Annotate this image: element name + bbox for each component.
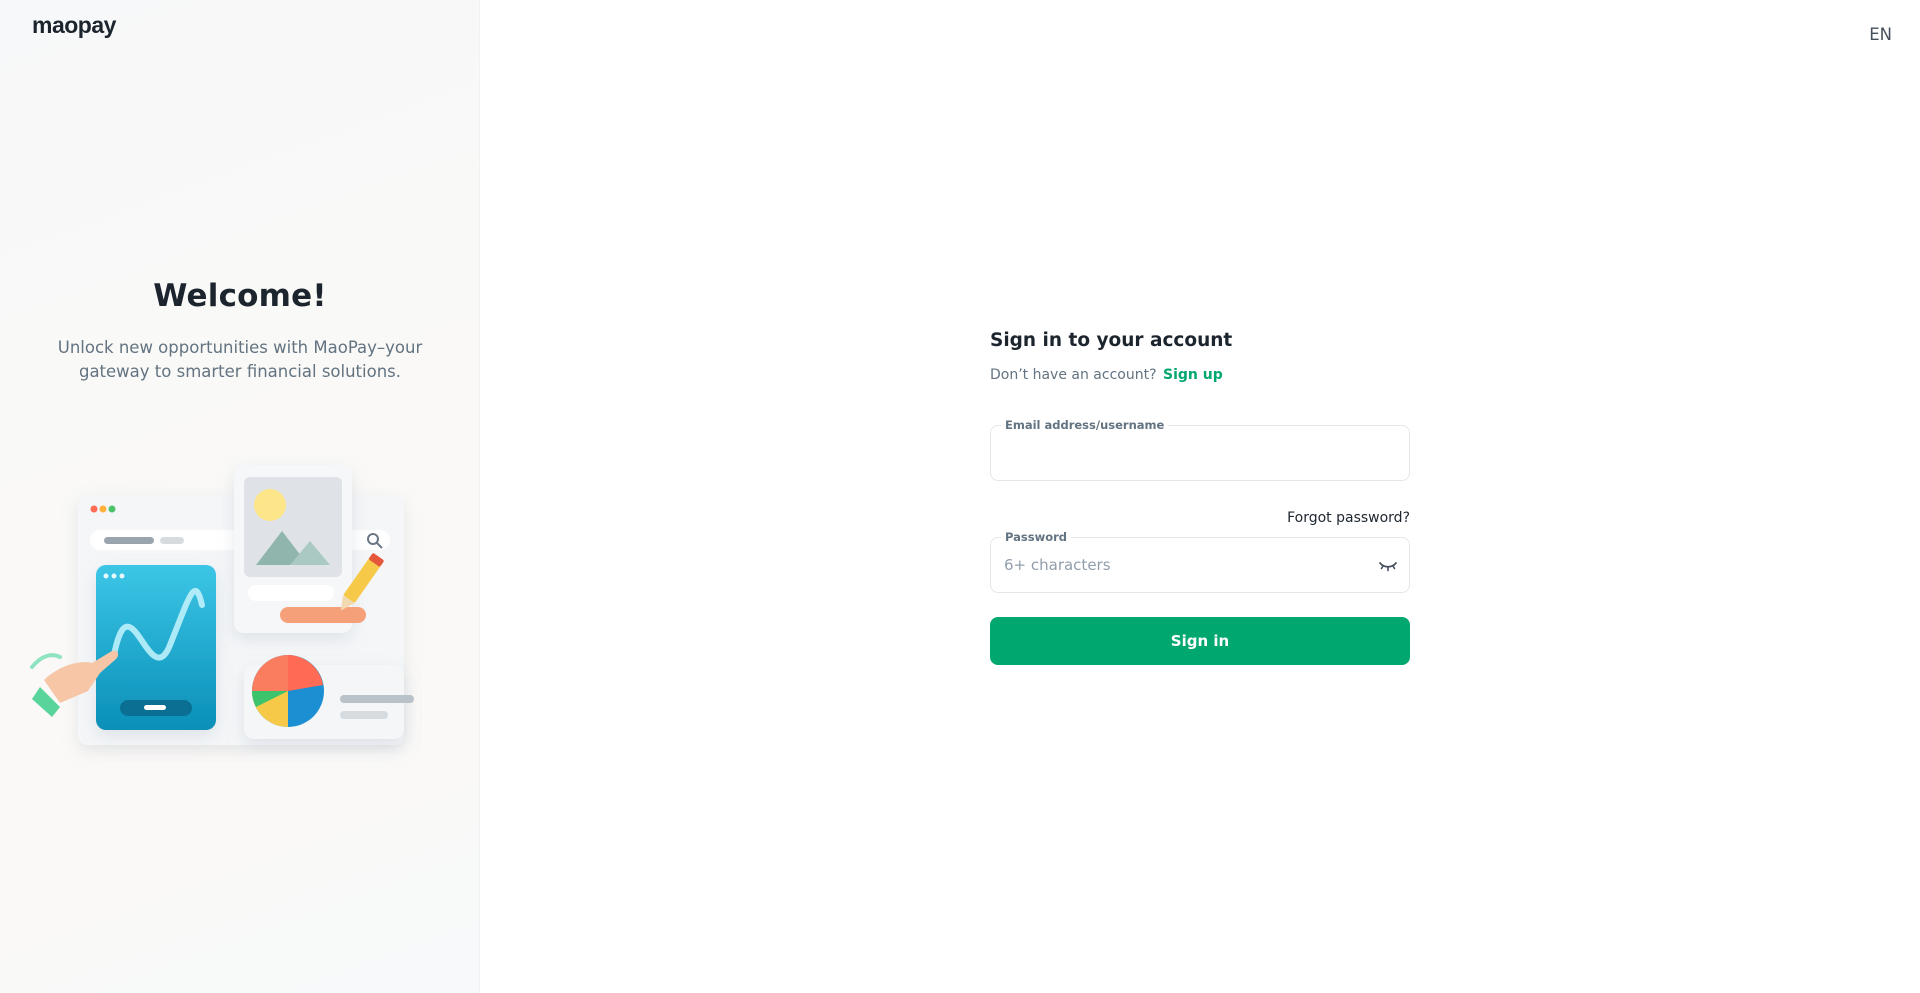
form-title: Sign in to your account: [990, 330, 1233, 351]
dashboard-illustration: [30, 465, 414, 745]
email-field: Email address/username: [990, 418, 1410, 481]
password-input[interactable]: [1004, 538, 1374, 592]
no-account-text: Don’t have an account?: [990, 367, 1157, 383]
forgot-password-link[interactable]: Forgot password?: [1287, 510, 1410, 526]
signup-prompt: Don’t have an account? Sign up: [990, 367, 1410, 383]
left-panel: maopay Welcome! Unlock new opportunities…: [0, 0, 480, 993]
maopay-logo[interactable]: maopay: [32, 14, 142, 40]
welcome-subtitle: Unlock new opportunities with MaoPay–you…: [57, 338, 423, 381]
forgot-row: Forgot password?: [990, 507, 1410, 526]
svg-text:maopay: maopay: [32, 14, 117, 38]
sign-up-link[interactable]: Sign up: [1163, 367, 1223, 383]
welcome-title: Welcome!: [153, 278, 327, 314]
email-input[interactable]: [1004, 426, 1374, 480]
password-field: Password: [990, 530, 1410, 593]
eye-closed-icon[interactable]: [1377, 554, 1399, 576]
sign-in-button[interactable]: Sign in: [990, 617, 1410, 665]
sign-in-form: Sign in to your account Don’t have an ac…: [990, 330, 1410, 665]
language-selector[interactable]: EN: [1869, 25, 1892, 44]
